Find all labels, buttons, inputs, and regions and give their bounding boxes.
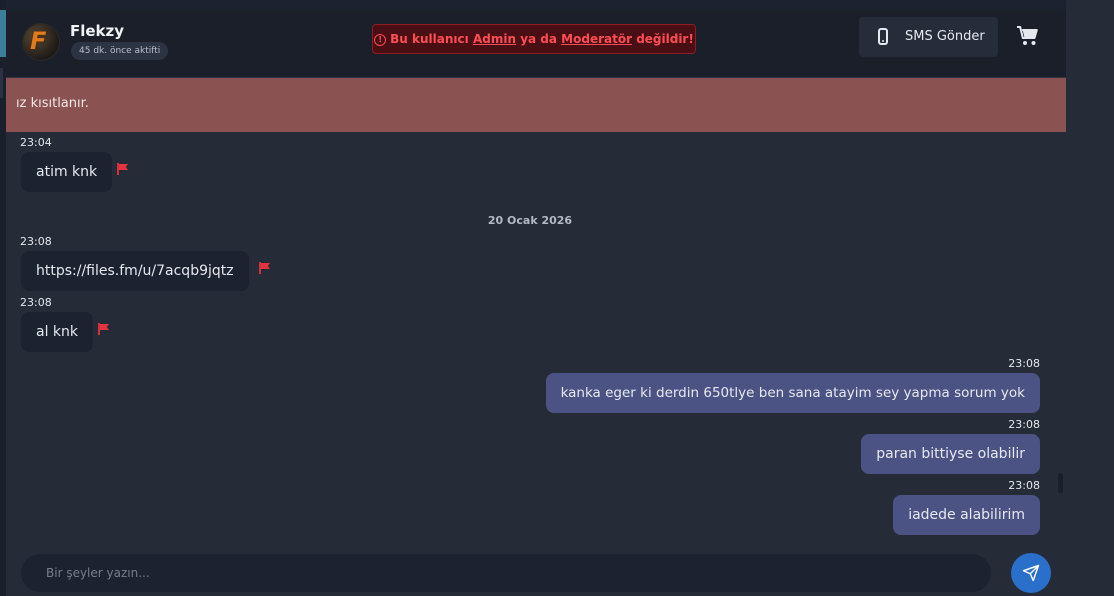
report-flag-icon[interactable] xyxy=(117,163,129,175)
chat-window: F Flekzy 45 dk. önce aktifti ! Bu kullanı… xyxy=(6,10,1066,596)
left-panel-divider xyxy=(0,68,3,98)
avatar[interactable]: F xyxy=(23,24,59,60)
message-input[interactable] xyxy=(21,554,991,592)
role-warning-banner: ! Bu kullanıcı Admin ya da Moderatör deği… xyxy=(372,24,696,54)
cart-icon[interactable] xyxy=(1016,24,1040,48)
report-flag-icon[interactable] xyxy=(259,262,271,274)
message-bubble-outgoing[interactable]: iadede alabilirim xyxy=(893,495,1040,535)
message-composer xyxy=(6,543,1066,596)
day-separator: 20 Ocak 2026 xyxy=(487,214,573,227)
warning-middle: ya da xyxy=(520,32,557,46)
right-panel-edge xyxy=(1066,0,1114,596)
report-flag-icon[interactable] xyxy=(98,323,110,335)
sms-send-button[interactable]: SMS Gönder xyxy=(859,17,998,57)
phone-icon xyxy=(878,28,888,45)
message-time: 23:08 xyxy=(1008,418,1040,431)
avatar-letter: F xyxy=(30,27,47,55)
message-time: 23:08 xyxy=(20,296,52,309)
message-time: 23:08 xyxy=(20,235,52,248)
message-time: 23:04 xyxy=(20,136,52,149)
warning-suffix: değildir! xyxy=(636,32,694,46)
message-time: 23:08 xyxy=(1008,479,1040,492)
user-name[interactable]: Flekzy xyxy=(70,22,124,40)
send-button[interactable] xyxy=(1011,553,1051,593)
warning-prefix: Bu kullanıcı xyxy=(390,32,469,46)
restriction-notice-text: ız kısıtlanır. xyxy=(16,96,89,111)
message-bubble-incoming[interactable]: al knk xyxy=(21,312,94,352)
user-status-badge: 45 dk. önce aktifti xyxy=(71,42,169,60)
send-icon xyxy=(1022,564,1040,582)
restriction-notice: ız kısıtlanır. xyxy=(6,78,1066,132)
message-bubble-incoming[interactable]: atim knk xyxy=(21,152,113,192)
message-bubble-incoming[interactable]: https://files.fm/u/7acqb9jqtz xyxy=(21,251,249,291)
sms-send-label: SMS Gönder xyxy=(905,29,985,44)
alert-circle-icon: ! xyxy=(374,34,387,46)
scrollbar-thumb[interactable] xyxy=(1058,473,1063,493)
chat-header: F Flekzy 45 dk. önce aktifti ! Bu kullanı… xyxy=(6,10,1066,78)
warning-moderator-link[interactable]: Moderatör xyxy=(561,32,632,46)
message-time: 23:08 xyxy=(1008,357,1040,370)
message-bubble-outgoing[interactable]: paran bittiyse olabilir xyxy=(861,434,1040,474)
warning-admin-link[interactable]: Admin xyxy=(473,32,516,46)
message-bubble-outgoing[interactable]: kanka eger ki derdin 650tlye ben sana at… xyxy=(545,373,1040,413)
